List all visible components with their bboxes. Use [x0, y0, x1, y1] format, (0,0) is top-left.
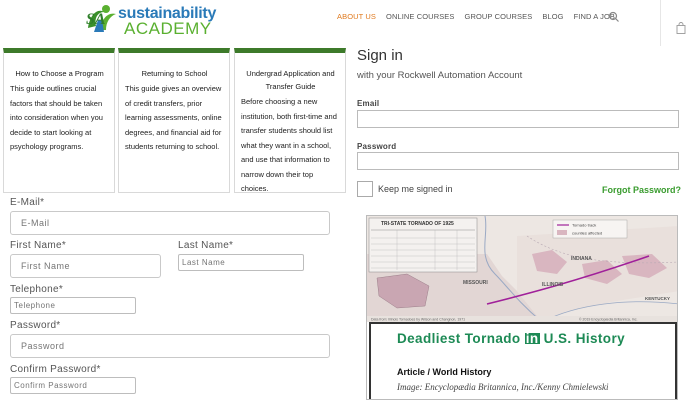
last-name-field[interactable] — [178, 254, 304, 271]
nav-online-courses[interactable]: ONLINE COURSES — [386, 12, 455, 21]
logo-mark-text: SA — [86, 11, 106, 28]
signin-title: Sign in — [357, 47, 403, 64]
logo-text-secondary: ACADEMY — [124, 19, 212, 38]
guide-card-transfer-guide[interactable]: Undergrad Application and Transfer Guide… — [234, 48, 346, 193]
card-body: This guide gives an overview of credit t… — [125, 84, 222, 151]
header-divider — [660, 0, 661, 46]
nav-about-us[interactable]: ABOUT US — [337, 12, 376, 21]
signin-subtitle: with your Rockwell Automation Account — [357, 70, 523, 81]
telephone-label: Telephone* — [10, 284, 64, 295]
map-label-missouri: MISSOURI — [463, 280, 488, 286]
forgot-password-link[interactable]: Forgot Password? — [602, 185, 681, 195]
map-label-indiana: INDIANA — [571, 256, 592, 262]
site-header: SA sustainability ACADEMY ABOUT US ONLIN… — [0, 0, 700, 46]
signin-email-input[interactable] — [357, 110, 679, 128]
article-card[interactable]: TRI-STATE TORNADO OF 1925 Tornado track … — [366, 215, 678, 400]
site-logo[interactable]: SA sustainability ACADEMY — [84, 2, 224, 38]
article-title-before: Deadliest Tornado — [397, 331, 525, 346]
card-title: How to Choose a Program — [15, 69, 104, 78]
article-category: Article / World History — [397, 367, 492, 377]
confirm-password-field[interactable] — [10, 377, 136, 394]
card-title: Undergrad Application and Transfer Guide — [246, 69, 335, 91]
card-title: Returning to School — [141, 69, 208, 78]
keep-signed-in-label: Keep me signed in — [378, 184, 453, 194]
password-field[interactable] — [10, 334, 330, 358]
article-title-after: U.S. History — [539, 331, 625, 346]
map-legend-counties: counties affected — [572, 231, 602, 236]
article-title-badge: in — [524, 331, 540, 346]
card-body: This guide outlines crucial factors that… — [10, 84, 103, 151]
email-field[interactable] — [10, 211, 330, 235]
email-label: E-Mail* — [10, 197, 45, 208]
article-caption: Deadliest Tornado in U.S. History Articl… — [369, 322, 677, 399]
signin-password-label: Password — [357, 142, 397, 151]
keep-signed-in-checkbox[interactable] — [357, 181, 373, 197]
first-name-field[interactable] — [10, 254, 161, 278]
article-image-credit: Image: Encyclopædia Britannica, Inc./Ken… — [397, 382, 609, 392]
map-table-title: TRI-STATE TORNADO OF 1925 — [381, 221, 454, 227]
main-nav: ABOUT US ONLINE COURSES GROUP COURSES BL… — [337, 12, 625, 21]
confirm-password-label: Confirm Password* — [10, 364, 101, 375]
password-label: Password* — [10, 320, 61, 331]
card-body: Before choosing a new institution, both … — [241, 97, 337, 193]
guide-card-returning-to-school[interactable]: Returning to School This guide gives an … — [118, 48, 230, 193]
search-icon[interactable] — [608, 11, 620, 23]
map-label-illinois: ILLINOIS — [542, 282, 564, 288]
guide-card-choose-program[interactable]: How to Choose a Program This guide outli… — [3, 48, 115, 193]
map-legend-track: Tornado track — [572, 223, 596, 228]
nav-group-courses[interactable]: GROUP COURSES — [465, 12, 533, 21]
article-title[interactable]: Deadliest Tornado in U.S. History — [397, 331, 647, 346]
last-name-label: Last Name* — [178, 240, 234, 251]
tornado-map-image: TRI-STATE TORNADO OF 1925 Tornado track … — [367, 216, 677, 322]
map-footer-copyright: © 2019 Encyclopædia Britannica, Inc. — [579, 318, 637, 322]
signin-email-label: Email — [357, 99, 380, 108]
map-label-kentucky: KENTUCKY — [645, 296, 670, 301]
telephone-field[interactable] — [10, 297, 136, 314]
signin-password-input[interactable] — [357, 152, 679, 170]
first-name-label: First Name* — [10, 240, 67, 251]
shopping-bag-icon[interactable] — [676, 22, 686, 34]
nav-blog[interactable]: BLOG — [542, 12, 563, 21]
tree-logo-icon: SA — [86, 5, 116, 32]
map-footer-source: Data from: Illinois Tornadoes by Wilson … — [371, 318, 465, 322]
